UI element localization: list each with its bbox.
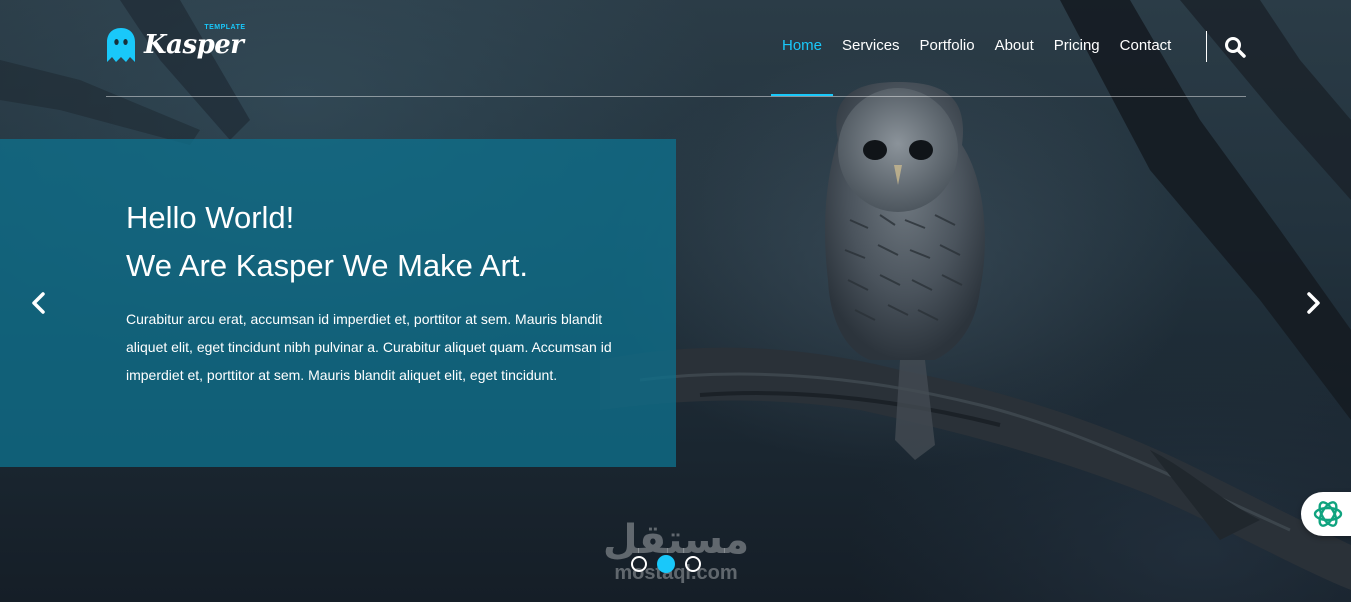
hero-section: Kasper TEMPLATE Home Services Portfolio … — [0, 0, 1351, 602]
logo-name: Kasper — [144, 30, 244, 60]
nav-item-home[interactable]: Home — [770, 37, 834, 96]
hero-caption-panel — [0, 139, 676, 467]
mostaql-watermark: مستقل mostaql.com — [596, 518, 756, 588]
slider-dot-1[interactable] — [631, 556, 647, 572]
hero-heading: Hello World! We Are Kasper We Make Art. — [126, 194, 646, 290]
ghost-icon — [107, 28, 135, 62]
search-icon — [1225, 37, 1246, 58]
nav-item-pricing[interactable]: Pricing — [1054, 37, 1100, 57]
floating-assistant-badge[interactable] — [1301, 492, 1351, 536]
nav-item-about[interactable]: About — [995, 37, 1034, 57]
slider-dot-3[interactable] — [685, 556, 701, 572]
hero-heading-line1: Hello World! — [126, 200, 295, 235]
main-nav: Home Services Portfolio About Pricing Co… — [770, 37, 1191, 96]
logo-wordmark: Kasper TEMPLATE — [144, 24, 245, 60]
nav-divider — [1206, 31, 1207, 62]
slider-dots — [631, 555, 711, 573]
chevron-right-icon — [1307, 292, 1320, 314]
logo-tagline: TEMPLATE — [204, 24, 246, 31]
slider-next-button[interactable] — [1301, 291, 1325, 315]
search-button[interactable] — [1224, 36, 1246, 58]
site-header: Kasper TEMPLATE Home Services Portfolio … — [106, 0, 1246, 97]
hero-description: Curabitur arcu erat, accumsan id imperdi… — [126, 311, 612, 383]
nav-item-contact[interactable]: Contact — [1120, 37, 1172, 57]
slider-dot-2[interactable] — [657, 555, 675, 573]
openai-logo-icon — [1313, 501, 1343, 527]
logo[interactable]: Kasper TEMPLATE — [106, 24, 245, 65]
hero-heading-line2: We Are Kasper We Make Art. — [126, 248, 529, 283]
slider-prev-button[interactable] — [27, 291, 51, 315]
nav-item-portfolio[interactable]: Portfolio — [920, 37, 975, 57]
chevron-left-icon — [32, 292, 45, 314]
nav-item-services[interactable]: Services — [842, 37, 900, 57]
